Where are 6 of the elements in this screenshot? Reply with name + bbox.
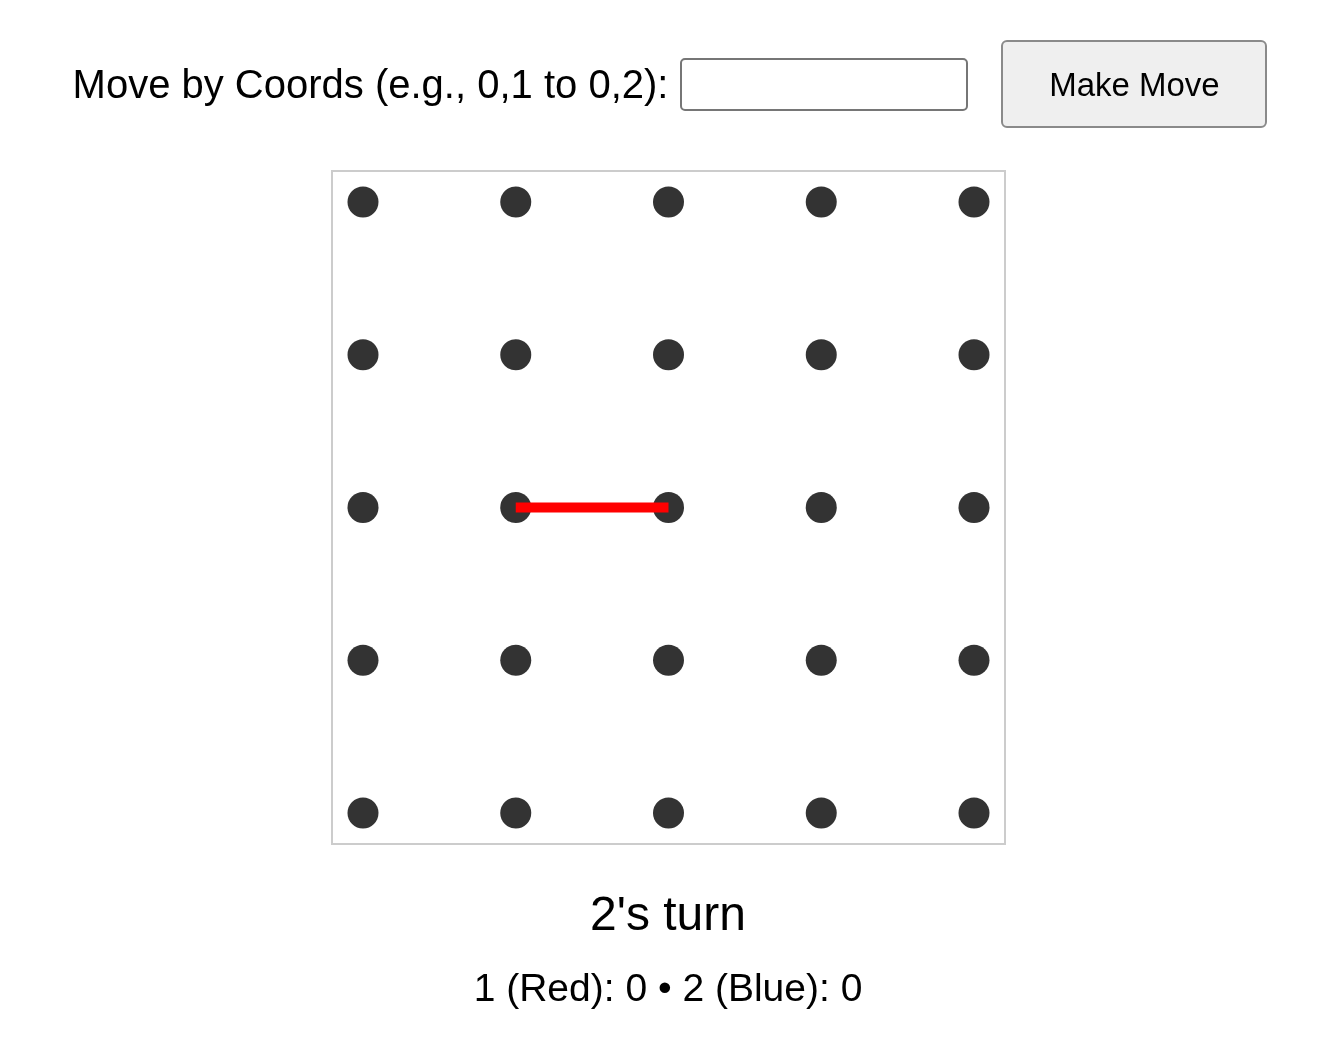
turn-status: 2's turn [590, 890, 746, 938]
coords-input-field[interactable] [680, 57, 969, 111]
make-move-button[interactable]: Make Move [1001, 40, 1268, 128]
move-coords-label: Move by Coords (e.g., 0,1 to 0,2): [72, 64, 669, 104]
grid-dot-icon [958, 797, 989, 829]
score-line: 1 (Red): 0 • 2 (Blue): 0 [473, 968, 863, 1007]
